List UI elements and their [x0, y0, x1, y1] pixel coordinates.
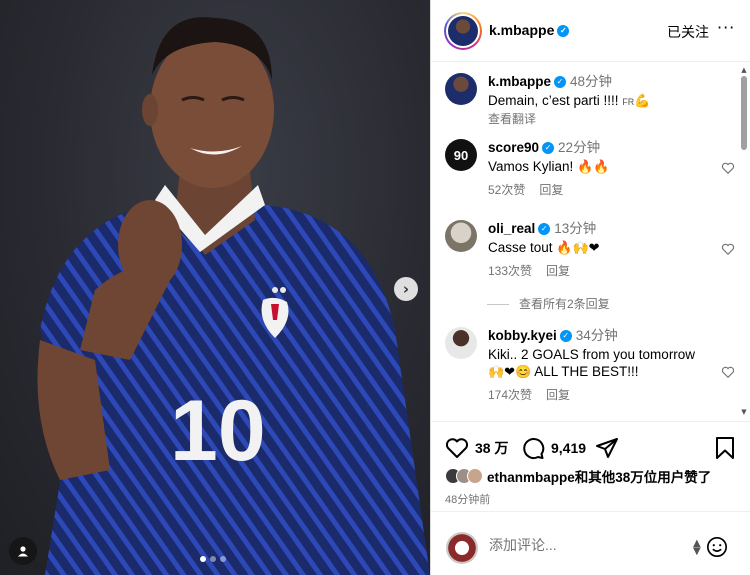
verified-icon: ✓	[554, 76, 567, 89]
player-photo: 10	[37, 17, 430, 575]
avatar[interactable]	[445, 220, 477, 252]
comment-time[interactable]: 34分钟	[576, 328, 618, 343]
avatar[interactable]	[445, 73, 477, 105]
share-button[interactable]	[595, 436, 619, 460]
caption-time[interactable]: 48分钟	[570, 74, 612, 89]
comment-time[interactable]: 13分钟	[554, 221, 596, 236]
heart-icon[interactable]	[721, 242, 735, 256]
divider	[487, 304, 509, 306]
comment-likes[interactable]: 174次赞	[488, 388, 532, 402]
post-actions: 38 万 9,419 ethanmbappe和其他38万位用户赞了 48分钟前	[431, 421, 750, 511]
reply-button[interactable]: 回复	[546, 264, 570, 278]
following-button[interactable]: 已关注	[667, 22, 709, 42]
comment-text-end: ALL THE BEST!!!	[531, 364, 639, 379]
flag-label: FR	[622, 97, 635, 107]
post-sidebar: k.mbappe ✓ 已关注 ··· k.mbappe ✓ 48分钟 Demain, …	[430, 0, 750, 575]
reply-button[interactable]: 回复	[539, 183, 563, 197]
carousel-next-button[interactable]: ›	[394, 277, 418, 301]
bookmark-icon[interactable]	[714, 436, 736, 460]
caption-username[interactable]: k.mbappe	[488, 74, 551, 89]
liked-by[interactable]: ethanmbappe和其他38万位用户赞了	[445, 466, 711, 486]
post-media[interactable]: 10 ›	[0, 0, 430, 575]
emoji-group: 🔥🙌❤	[556, 240, 600, 255]
avatar[interactable]: 90	[445, 139, 477, 171]
save-button[interactable]	[714, 436, 736, 460]
author-avatar[interactable]	[444, 12, 482, 50]
likes-count: 38 万	[475, 440, 509, 456]
verified-icon: ✓	[538, 223, 551, 236]
verified-icon: ✓	[542, 142, 555, 155]
scroll-thumb[interactable]	[741, 76, 747, 150]
comment-likes[interactable]: 133次赞	[488, 264, 532, 278]
comment-likes[interactable]: 52次赞	[488, 183, 525, 197]
avatar[interactable]	[445, 327, 477, 359]
comment-icon[interactable]	[521, 436, 545, 460]
verified-icon: ✓	[559, 330, 572, 343]
fire-emoji: 🔥🔥	[577, 159, 610, 174]
user-icon	[18, 546, 28, 557]
translate-link[interactable]: 查看翻译	[488, 111, 713, 128]
carousel-dot	[200, 556, 206, 562]
comment-text: Kiki.. 2 GOALS from you tomorrow	[488, 347, 696, 362]
comment-text: Casse tout	[488, 240, 557, 255]
share-icon[interactable]	[595, 436, 619, 460]
heart-icon[interactable]	[445, 436, 469, 460]
like-button[interactable]: 38 万	[445, 436, 508, 460]
caption-text: Demain, c’est parti !!!!	[488, 93, 623, 108]
tagged-users-button[interactable]	[9, 537, 37, 565]
avatar	[467, 468, 483, 484]
comments-list[interactable]: k.mbappe ✓ 48分钟 Demain, c’est parti !!!! F…	[431, 63, 750, 421]
flexed-biceps-icon: 💪	[634, 93, 651, 108]
comment-input[interactable]	[489, 537, 679, 553]
chevron-right-icon: ›	[402, 279, 410, 298]
comments-count: 9,419	[551, 440, 587, 456]
comment-button[interactable]: 9,419	[521, 436, 586, 460]
add-comment-bar: ▲▼	[431, 511, 750, 575]
author-username[interactable]: k.mbappe ✓	[489, 22, 570, 38]
carousel-dot	[210, 556, 216, 562]
verified-icon: ✓	[557, 25, 570, 38]
resize-icon[interactable]: ▲ ▼	[693, 539, 701, 557]
avatar[interactable]	[446, 532, 478, 564]
comment-text: Vamos Kylian!	[488, 159, 578, 174]
comment-username[interactable]: oli_real	[488, 221, 535, 236]
view-replies-link[interactable]: 查看所有2条回复	[487, 295, 610, 312]
liked-by-text[interactable]: ethanmbappe和其他38万位用户赞了	[487, 466, 711, 486]
carousel-dot	[220, 556, 226, 562]
emoji-group: 🙌❤😊	[488, 364, 532, 379]
comment-username[interactable]: kobby.kyei	[488, 328, 557, 343]
reply-button[interactable]: 回复	[546, 388, 570, 402]
scroll-down-icon[interactable]: ▼	[740, 408, 748, 416]
scroll-up-icon[interactable]: ▲	[740, 66, 748, 74]
heart-icon[interactable]	[721, 365, 735, 379]
comments-scrollbar[interactable]: ▲ ▼	[740, 66, 748, 416]
more-options-icon[interactable]: ···	[717, 18, 735, 37]
post-timestamp[interactable]: 48分钟前	[445, 491, 490, 507]
emoji-icon[interactable]	[706, 536, 728, 558]
jersey-number: 10	[170, 383, 266, 479]
heart-icon[interactable]	[721, 161, 735, 175]
comment-time[interactable]: 22分钟	[558, 140, 600, 155]
carousel-indicator	[200, 556, 226, 562]
post-header: k.mbappe ✓ 已关注 ···	[431, 0, 750, 62]
comment-username[interactable]: score90	[488, 140, 539, 155]
